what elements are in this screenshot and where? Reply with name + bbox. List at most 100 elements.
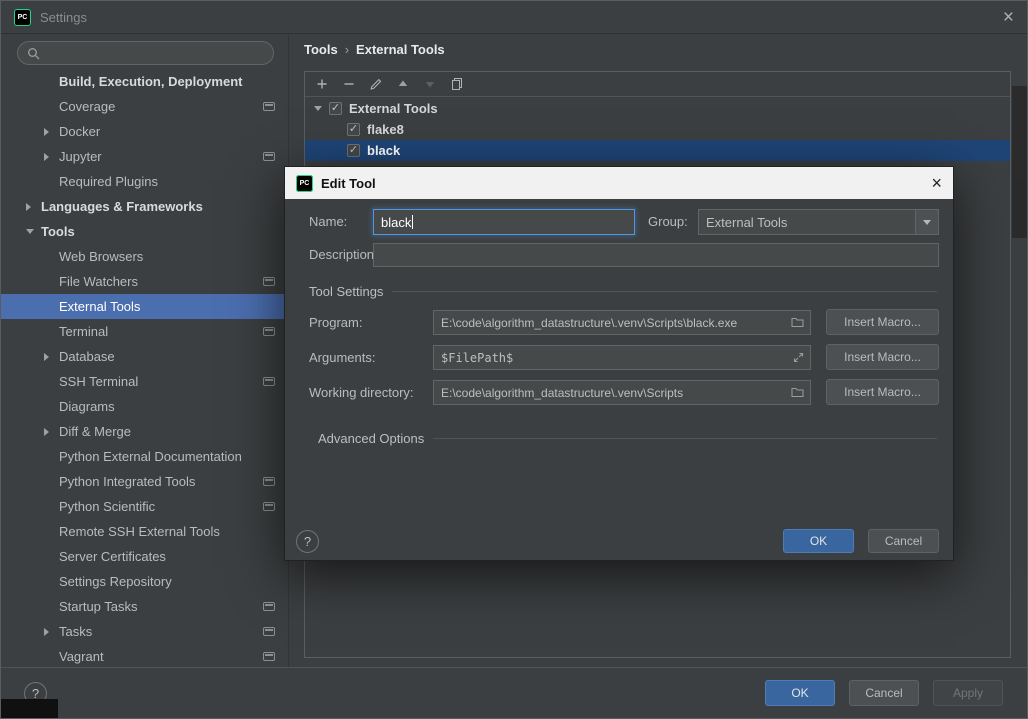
sidebar-item-label: Tools [41,224,75,239]
dialog-title: Edit Tool [321,176,376,191]
insert-macro-working-directory-button[interactable]: Insert Macro... [826,379,939,405]
background-window-edge [1,699,58,718]
add-icon[interactable] [314,76,330,92]
sidebar-item-jupyter[interactable]: Jupyter [1,144,288,169]
sidebar-item-tasks[interactable]: Tasks [1,619,288,644]
move-up-icon[interactable] [395,76,411,92]
search-icon [27,47,40,60]
chevron-down-icon[interactable] [314,106,322,111]
insert-macro-arguments-button[interactable]: Insert Macro... [826,344,939,370]
arguments-input[interactable]: $FilePath$ [433,345,811,370]
name-input-value: black [381,215,411,230]
breadcrumb-current: External Tools [356,42,445,57]
sidebar-item-remote-ssh-external-tools[interactable]: Remote SSH External Tools [1,519,288,544]
working-directory-input[interactable]: E:\code\algorithm_datastructure\.venv\Sc… [433,380,811,405]
dialog-titlebar: PC Edit Tool × [285,167,953,199]
per-project-settings-icon [263,277,275,286]
dialog-cancel-button[interactable]: Cancel [868,529,939,553]
settings-window: PC Settings × Build, Execution, Deployme… [0,0,1028,719]
sidebar-item-settings-repository[interactable]: Settings Repository [1,569,288,594]
per-project-settings-icon [263,152,275,161]
remove-icon[interactable] [341,76,357,92]
sidebar-item-python-external-documentation[interactable]: Python External Documentation [1,444,288,469]
arguments-label: Arguments: [309,345,375,370]
sidebar-item-label: Startup Tasks [59,599,138,614]
sidebar-item-label: Database [59,349,115,364]
description-input[interactable] [373,243,939,267]
tool-row-flake8[interactable]: ✓flake8 [305,119,1010,140]
chevron-right-icon[interactable] [44,153,49,161]
folder-icon[interactable] [791,387,804,398]
tool-row-external-tools[interactable]: ✓ External Tools [305,98,1010,119]
sidebar-item-label: Settings Repository [59,574,172,589]
program-label: Program: [309,310,362,335]
edit-tool-dialog: PC Edit Tool × Name: black Group: Extern… [284,166,954,561]
chevron-right-icon[interactable] [26,203,31,211]
checkbox[interactable]: ✓ [329,102,342,115]
sidebar-item-python-scientific[interactable]: Python Scientific [1,494,288,519]
sidebar-item-diagrams[interactable]: Diagrams [1,394,288,419]
sidebar-item-docker[interactable]: Docker [1,119,288,144]
tools-toolbar [305,72,1010,97]
sidebar-item-tools[interactable]: Tools [1,219,288,244]
per-project-settings-icon [263,627,275,636]
dialog-ok-button[interactable]: OK [783,529,854,553]
sidebar-item-ssh-terminal[interactable]: SSH Terminal [1,369,288,394]
ok-button[interactable]: OK [765,680,835,706]
per-project-settings-icon [263,102,275,111]
sidebar-item-required-plugins[interactable]: Required Plugins [1,169,288,194]
program-input[interactable]: E:\code\algorithm_datastructure\.venv\Sc… [433,310,811,335]
advanced-options-label: Advanced Options [318,431,424,446]
arguments-value: $FilePath$ [441,351,513,365]
sidebar-item-python-integrated-tools[interactable]: Python Integrated Tools [1,469,288,494]
name-input[interactable]: black [373,209,635,235]
move-down-icon[interactable] [422,76,438,92]
sidebar-item-diff-merge[interactable]: Diff & Merge [1,419,288,444]
chevron-right-icon[interactable] [44,128,49,136]
sidebar-item-terminal[interactable]: Terminal [1,319,288,344]
dialog-help-button[interactable]: ? [296,530,319,553]
close-icon[interactable]: × [1003,8,1014,27]
sidebar-item-label: Server Certificates [59,549,166,564]
expand-field-icon[interactable] [793,352,804,363]
sidebar-item-label: Web Browsers [59,249,143,264]
edit-icon[interactable] [368,76,384,92]
tool-label: External Tools [349,101,438,116]
sidebar-item-web-browsers[interactable]: Web Browsers [1,244,288,269]
sidebar-item-vagrant[interactable]: Vagrant [1,644,288,667]
folder-icon[interactable] [791,317,804,328]
program-value: E:\code\algorithm_datastructure\.venv\Sc… [441,316,737,330]
sidebar-item-label: Terminal [59,324,108,339]
chevron-right-icon[interactable] [44,428,49,436]
checkbox[interactable]: ✓ [347,144,360,157]
sidebar-item-database[interactable]: Database [1,344,288,369]
chevron-right-icon[interactable] [44,628,49,636]
checkbox[interactable]: ✓ [347,123,360,136]
tool-row-black[interactable]: ✓black [305,140,1010,161]
combobox-arrow-button[interactable] [915,210,938,234]
separator-line [392,291,937,292]
advanced-options-section[interactable]: Advanced Options [309,431,937,446]
sidebar-item-label: Required Plugins [59,174,158,189]
sidebar-item-file-watchers[interactable]: File Watchers [1,269,288,294]
search-input[interactable] [17,41,274,65]
sidebar-item-build-execution-deployment[interactable]: Build, Execution, Deployment [1,69,288,94]
breadcrumb-parent[interactable]: Tools [304,42,338,57]
per-project-settings-icon [263,377,275,386]
sidebar-item-server-certificates[interactable]: Server Certificates [1,544,288,569]
insert-macro-program-button[interactable]: Insert Macro... [826,309,939,335]
sidebar-tree: Build, Execution, DeploymentCoverageDock… [1,69,288,667]
group-combobox[interactable]: External Tools [698,209,939,235]
per-project-settings-icon [263,502,275,511]
per-project-settings-icon [263,327,275,336]
dialog-close-icon[interactable]: × [931,174,942,192]
sidebar-item-startup-tasks[interactable]: Startup Tasks [1,594,288,619]
sidebar-item-coverage[interactable]: Coverage [1,94,288,119]
chevron-right-icon[interactable] [44,353,49,361]
sidebar-item-languages-frameworks[interactable]: Languages & Frameworks [1,194,288,219]
chevron-down-icon[interactable] [26,229,34,234]
cancel-button[interactable]: Cancel [849,680,919,706]
apply-button[interactable]: Apply [933,680,1003,706]
copy-icon[interactable] [449,76,465,92]
sidebar-item-external-tools[interactable]: External Tools [1,294,288,319]
